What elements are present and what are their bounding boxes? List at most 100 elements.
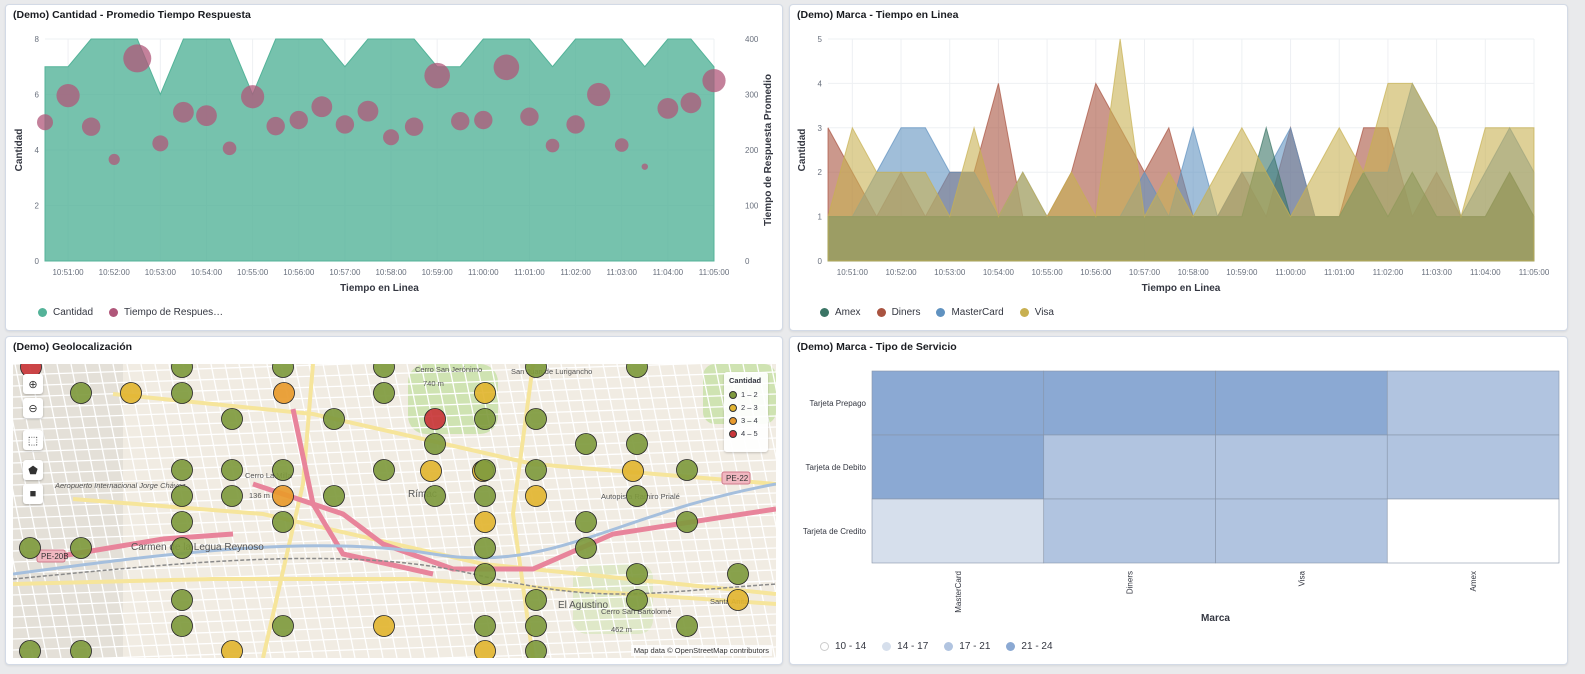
map-point	[120, 382, 142, 404]
x-axis-title: Tiempo en Linea	[340, 283, 419, 294]
map-attribution[interactable]: Map data © OpenStreetMap contributors	[630, 645, 772, 656]
legend-label: Tiempo de Respues…	[124, 307, 224, 318]
legend-item[interactable]: MasterCard	[936, 307, 1004, 318]
map-point	[727, 563, 749, 585]
zoom-out-button[interactable]: ⊖	[23, 398, 43, 418]
legend-item[interactable]: 14 - 17	[882, 641, 928, 652]
chart-marca-tiempo[interactable]: 0 1 2 3 4 5 10:51:00 10:52:00 10:53:00 10:54:00 10…	[790, 27, 1567, 327]
map-point	[626, 485, 648, 507]
x-tick-label: 10:57:00	[329, 268, 361, 277]
heatmap-cell	[871, 434, 1045, 500]
zoom-in-button[interactable]: ⊕	[23, 374, 43, 394]
map-legend-label: 4 – 5	[741, 429, 758, 438]
y-tick-label: 0	[818, 257, 823, 266]
y-tick-label: 2	[818, 168, 823, 177]
map-point	[525, 459, 547, 481]
heatmap-cell	[871, 498, 1045, 564]
map-point	[70, 382, 92, 404]
y-tick-label: 1	[818, 213, 823, 222]
x-tick-label: 11:05:00	[1519, 268, 1550, 277]
map-legend-swatch	[729, 390, 737, 399]
map-point	[171, 537, 193, 559]
y-tick-label: 0	[35, 257, 40, 266]
bubble-point	[451, 111, 470, 131]
map-point	[474, 537, 496, 559]
map-container[interactable]: Cerro San Jerónimo 740 m San Juan de Lurig…	[13, 364, 776, 658]
x-tick-label: 10:56:00	[1080, 268, 1112, 277]
legend-item[interactable]: 21 - 24	[1006, 641, 1053, 652]
map-point	[626, 563, 648, 585]
x-tick-label: 10:51:00	[837, 268, 869, 277]
chart-legend: 10 - 14 14 - 17 17 - 21 21 - 24	[820, 641, 1069, 652]
bubble-point	[614, 138, 629, 152]
x-tick-label: 10:53:00	[934, 268, 966, 277]
bubble-point	[657, 97, 679, 119]
y2-axis-title: Tiempo de Respuesta Promedio	[763, 74, 774, 226]
x-tick-label: 11:03:00	[606, 268, 637, 277]
map-legend-swatch	[729, 416, 737, 425]
chart-heatmap[interactable]: Tarjeta Prepago Tarjeta de Debito Tarjeta …	[790, 359, 1567, 659]
draw-bounds-button[interactable]: ⬚	[23, 430, 43, 450]
x-tick-label: 10:57:00	[1129, 268, 1161, 277]
x-tick-label: 10:52:00	[99, 268, 131, 277]
heatmap-cell	[871, 370, 1045, 436]
x-tick-label: 11:00:00	[1275, 268, 1306, 277]
x-tick-label: 11:04:00	[653, 268, 684, 277]
legend-swatch	[882, 642, 892, 651]
legend-label: 14 - 17	[897, 641, 929, 652]
x-tick-label: 10:58:00	[1178, 268, 1210, 277]
bubble-point	[173, 101, 194, 123]
x-tick-label: 10:59:00	[422, 268, 454, 277]
x-tick-label: 11:03:00	[1421, 268, 1452, 277]
legend-item[interactable]: 17 - 21	[944, 641, 990, 652]
legend-item[interactable]: Tiempo de Respues…	[109, 307, 223, 318]
legend-swatch	[1019, 308, 1029, 317]
bubble-point	[520, 107, 539, 126]
legend-item[interactable]: 10 - 14	[820, 641, 866, 652]
panel-cantidad-tiempo-respuesta: (Demo) Cantidad - Promedio Tiempo Respue…	[5, 4, 783, 331]
x-tick-label: 11:00:00	[468, 268, 499, 277]
map-point	[171, 459, 193, 481]
map-point	[525, 589, 547, 611]
bubble-point	[123, 44, 152, 73]
legend-item[interactable]: Diners	[876, 307, 921, 318]
panel-marca-tiempo-linea: (Demo) Marca - Tiempo en Linea 0 1 2 3 4 5 10:…	[789, 4, 1568, 331]
legend-swatch	[109, 308, 119, 317]
map-point	[420, 460, 442, 482]
bubble-point	[56, 84, 80, 108]
map-point	[70, 640, 92, 658]
map-place-label: Carmen de la Legua Reynoso	[131, 542, 264, 553]
bubble-point	[680, 92, 702, 114]
legend-label: Visa	[1034, 307, 1054, 318]
map-point	[221, 485, 243, 507]
map-legend-label: 1 – 2	[741, 390, 758, 399]
x-tick-label: 11:01:00	[1324, 268, 1355, 277]
heatmap-cell	[1215, 370, 1388, 436]
map-legend-swatch	[729, 429, 737, 438]
heatmap-cell	[1386, 370, 1560, 436]
bubble-point	[266, 116, 285, 136]
map-point	[525, 485, 547, 507]
legend-item[interactable]: Amex	[820, 307, 861, 318]
map-point	[676, 615, 698, 637]
bubble-point	[196, 105, 217, 126]
map-point	[373, 459, 395, 481]
draw-rectangle-button[interactable]: ■	[23, 484, 43, 504]
map-point	[575, 537, 597, 559]
map-point	[323, 485, 345, 507]
map-tiles[interactable]: Cerro San Jerónimo 740 m San Juan de Lurig…	[13, 364, 776, 658]
legend-item[interactable]: Visa	[1019, 307, 1054, 318]
chart-cantidad-tiempo[interactable]: 0 2 4 6 8 0 100 200 300 400 10:51:00 10:52:00 10:53:…	[6, 27, 782, 327]
heatmap-cell	[1386, 434, 1560, 500]
bubble-point	[311, 96, 333, 118]
bubble-point	[289, 110, 308, 130]
legend-label: 10 - 14	[835, 641, 867, 652]
legend-item[interactable]: Cantidad	[38, 307, 93, 318]
draw-polygon-button[interactable]: ⬟	[23, 460, 43, 480]
legend-label: Diners	[891, 307, 921, 318]
x-tick-label: 11:05:00	[699, 268, 730, 277]
map-point	[622, 460, 644, 482]
panel-title: (Demo) Marca - Tiempo en Linea	[797, 9, 959, 21]
panel-geolocalizacion: (Demo) Geolocalización Cerro San Jerónim…	[5, 336, 783, 665]
y2-tick-label: 400	[745, 35, 759, 44]
